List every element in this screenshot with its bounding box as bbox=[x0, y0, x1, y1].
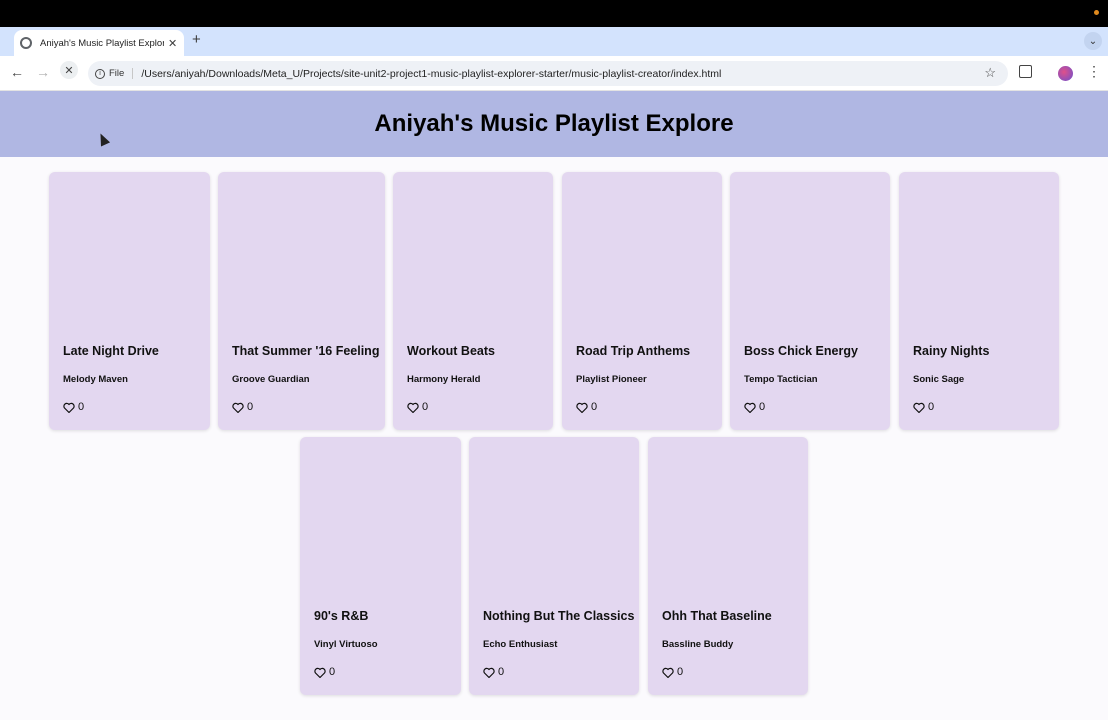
playlist-card[interactable]: Boss Chick Energy Tempo Tactician 0 bbox=[730, 172, 890, 430]
playlist-creator: Harmony Herald bbox=[407, 374, 481, 385]
playlist-creator: Bassline Buddy bbox=[662, 639, 734, 650]
playlist-creator: Sonic Sage bbox=[913, 374, 965, 385]
like-count: 0 bbox=[498, 666, 505, 678]
playlist-creator: Tempo Tactician bbox=[744, 374, 818, 385]
forward-icon[interactable]: → bbox=[36, 64, 50, 80]
heart-icon bbox=[232, 402, 244, 413]
page-title: Aniyah's Music Playlist Explore bbox=[374, 110, 734, 137]
globe-icon bbox=[20, 37, 32, 49]
playlist-card[interactable]: Workout Beats Harmony Herald 0 bbox=[393, 172, 553, 430]
playlist-creator: Playlist Pioneer bbox=[576, 374, 647, 385]
url-scheme-label: File bbox=[109, 68, 134, 79]
heart-icon bbox=[576, 402, 588, 413]
playlist-title: Workout Beats bbox=[407, 344, 495, 358]
playlist-card[interactable]: Nothing But The Classics Echo Enthusiast… bbox=[469, 437, 639, 695]
playlist-creator: Groove Guardian bbox=[232, 374, 310, 385]
like-button[interactable]: 0 bbox=[483, 666, 504, 678]
playlist-title: That Summer '16 Feeling bbox=[232, 344, 380, 358]
new-tab-icon[interactable]: + bbox=[192, 31, 201, 48]
playlist-title: Boss Chick Energy bbox=[744, 344, 858, 358]
playlist-title: Rainy Nights bbox=[913, 344, 990, 358]
status-dot-icon bbox=[1094, 10, 1099, 15]
like-button[interactable]: 0 bbox=[407, 401, 428, 413]
like-count: 0 bbox=[591, 401, 598, 413]
like-button[interactable]: 0 bbox=[913, 401, 934, 413]
like-count: 0 bbox=[422, 401, 429, 413]
address-bar[interactable]: i File /Users/aniyah/Downloads/Meta_U/Pr… bbox=[88, 61, 1008, 86]
playlist-card[interactable]: Ohh That Baseline Bassline Buddy 0 bbox=[648, 437, 808, 695]
playlist-creator: Echo Enthusiast bbox=[483, 639, 558, 650]
heart-icon bbox=[483, 667, 495, 678]
heart-icon bbox=[314, 667, 326, 678]
like-count: 0 bbox=[247, 401, 254, 413]
site-info-icon[interactable]: i bbox=[95, 68, 105, 79]
browser-tab[interactable]: Aniyah's Music Playlist Explorer ✕ bbox=[14, 30, 184, 56]
playlist-title: Late Night Drive bbox=[63, 344, 159, 358]
like-count: 0 bbox=[759, 401, 766, 413]
extensions-puzzle-icon[interactable] bbox=[1019, 65, 1032, 78]
playlist-title: Road Trip Anthems bbox=[576, 344, 691, 358]
playlist-card[interactable]: That Summer '16 Feeling Groove Guardian … bbox=[218, 172, 385, 430]
like-button[interactable]: 0 bbox=[744, 401, 765, 413]
profile-avatar[interactable] bbox=[1058, 66, 1073, 81]
like-count: 0 bbox=[677, 666, 684, 678]
heart-icon bbox=[913, 402, 925, 413]
tab-title: Aniyah's Music Playlist Explorer bbox=[40, 37, 164, 49]
like-count: 0 bbox=[329, 666, 336, 678]
like-count: 0 bbox=[928, 401, 935, 413]
playlist-title: 90's R&B bbox=[314, 609, 369, 623]
playlist-creator: Vinyl Virtuoso bbox=[314, 639, 378, 650]
back-icon[interactable]: ← bbox=[10, 64, 24, 80]
heart-icon bbox=[744, 402, 756, 413]
heart-icon bbox=[662, 667, 674, 678]
playlist-title: Nothing But The Classics bbox=[483, 609, 635, 623]
url-text[interactable]: /Users/aniyah/Downloads/Meta_U/Projects/… bbox=[141, 68, 721, 80]
tab-search-icon[interactable]: ⌄ bbox=[1084, 32, 1102, 50]
playlist-card[interactable]: Road Trip Anthems Playlist Pioneer 0 bbox=[562, 172, 722, 430]
page-header: Aniyah's Music Playlist Explore bbox=[0, 91, 1108, 157]
like-button[interactable]: 0 bbox=[232, 401, 253, 413]
playlist-card[interactable]: 90's R&B Vinyl Virtuoso 0 bbox=[300, 437, 461, 695]
close-tab-icon[interactable]: ✕ bbox=[168, 37, 177, 50]
heart-icon bbox=[407, 402, 419, 413]
like-button[interactable]: 0 bbox=[314, 666, 335, 678]
like-count: 0 bbox=[78, 401, 85, 413]
playlist-title: Ohh That Baseline bbox=[662, 609, 772, 623]
more-menu-icon[interactable]: ⋮ bbox=[1087, 64, 1101, 78]
playlist-card[interactable]: Rainy Nights Sonic Sage 0 bbox=[899, 172, 1059, 430]
browser-toolbar: ← → ✕ i File /Users/aniyah/Downloads/Met… bbox=[0, 56, 1108, 91]
playlist-creator: Melody Maven bbox=[63, 374, 128, 385]
os-menu-bar bbox=[0, 0, 1108, 27]
stop-loading-icon[interactable]: ✕ bbox=[60, 61, 78, 79]
like-button[interactable]: 0 bbox=[662, 666, 683, 678]
browser-tabstrip: Aniyah's Music Playlist Explorer ✕ + ⌄ bbox=[0, 27, 1108, 56]
bookmark-star-icon[interactable]: ☆ bbox=[984, 65, 996, 81]
like-button[interactable]: 0 bbox=[63, 401, 84, 413]
like-button[interactable]: 0 bbox=[576, 401, 597, 413]
playlist-card[interactable]: Late Night Drive Melody Maven 0 bbox=[49, 172, 210, 430]
heart-icon bbox=[63, 402, 75, 413]
